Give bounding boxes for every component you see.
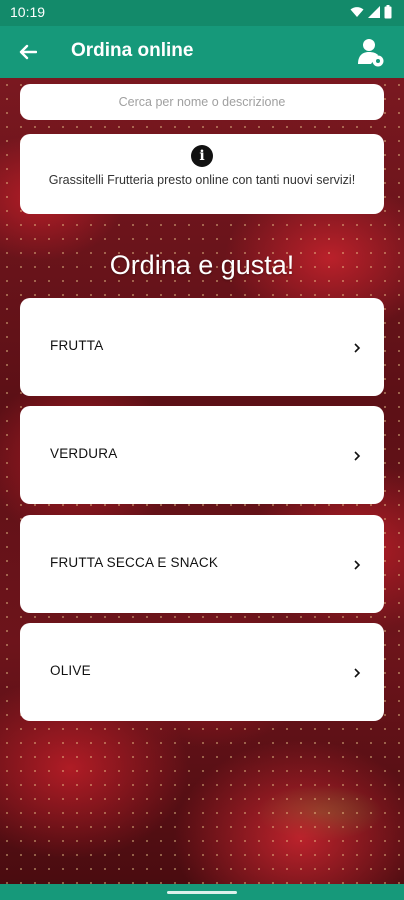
- status-time: 10:19: [10, 4, 46, 20]
- chevron-right-icon: [354, 451, 361, 461]
- category-label: FRUTTA: [50, 338, 104, 353]
- gesture-handle[interactable]: [167, 891, 237, 894]
- headline: Ordina e gusta!: [109, 250, 295, 280]
- signal-icon: [368, 6, 380, 18]
- back-button[interactable]: [14, 38, 42, 66]
- info-card: i Grassitelli Frutteria presto online co…: [20, 134, 384, 214]
- category-label: OLIVE: [50, 663, 91, 678]
- category-label: FRUTTA SECCA E SNACK: [50, 555, 219, 570]
- info-message: Grassitelli Frutteria presto online con …: [48, 173, 356, 187]
- wifi-icon: [350, 7, 364, 17]
- navigation-bar: [0, 884, 404, 900]
- info-icon: i: [191, 145, 213, 167]
- app-bar: Ordina online: [0, 26, 404, 78]
- chevron-right-icon: [354, 560, 361, 570]
- page-title: Ordina online: [71, 40, 194, 61]
- user-settings-icon: [358, 39, 384, 67]
- battery-icon: [384, 5, 392, 19]
- category-olive[interactable]: OLIVE: [20, 623, 384, 721]
- account-button[interactable]: [356, 36, 386, 68]
- chevron-right-icon: [354, 343, 361, 353]
- category-label: VERDURA: [50, 446, 118, 461]
- category-frutta-secca-e-snack[interactable]: FRUTTA SECCA E SNACK: [20, 515, 384, 613]
- search-box[interactable]: [20, 84, 384, 120]
- arrow-left-icon: [19, 44, 37, 60]
- category-frutta[interactable]: FRUTTA: [20, 298, 384, 396]
- status-icons: [350, 5, 392, 19]
- status-bar: 10:19: [0, 0, 404, 26]
- category-verdura[interactable]: VERDURA: [20, 406, 384, 504]
- search-input[interactable]: [20, 94, 384, 110]
- chevron-right-icon: [354, 668, 361, 678]
